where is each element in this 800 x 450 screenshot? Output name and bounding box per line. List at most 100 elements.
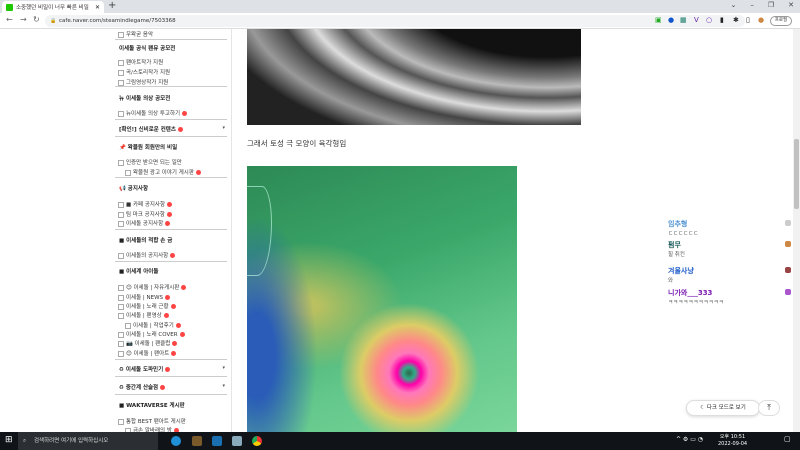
comment-author[interactable]: 임추형 [668, 219, 687, 229]
sidebar-menu-item[interactable]: 그림영상작가 지원 [118, 78, 234, 86]
notification-icon[interactable]: ▢ [784, 435, 791, 443]
app-icon[interactable] [212, 436, 222, 446]
naver-favicon-icon [6, 3, 13, 11]
divider [115, 229, 227, 230]
new-badge-icon [165, 221, 171, 226]
menu-label: 이세돌 | 노래 근황 [126, 304, 169, 310]
scrollbar-thumb[interactable] [794, 139, 799, 209]
user-badge-icon [785, 289, 791, 295]
comment-text: ㄷㄷㄷㄷㄷㄷ [668, 231, 699, 237]
sidebar-menu-item[interactable]: 이세돌 | 노래 근황 [118, 302, 234, 310]
user-badge-icon [785, 267, 791, 273]
chevron-down-icon[interactable]: ▾ [222, 383, 225, 389]
extensions-puzzle-icon[interactable]: ✱ [733, 16, 739, 24]
extension-icon[interactable]: ○ [706, 16, 712, 24]
edge-icon[interactable] [171, 436, 181, 446]
forward-icon[interactable]: → [20, 15, 27, 24]
sidebar-menu-item[interactable]: 이세돌 | 작업후기 [125, 321, 241, 329]
clock[interactable]: 오후 10:51 2022-09-04 [718, 434, 747, 448]
extension-icon[interactable]: ▦ [680, 16, 687, 24]
menu-label: 이세돌 | 작업후기 [133, 323, 174, 329]
menu-label: 📌 왁물원 회원만의 비밀 [119, 145, 178, 151]
url-text: cafe.naver.com/steamindiegame/7503368 [59, 18, 176, 24]
sidebar-menu-item[interactable]: 이세돌 | 팬영상 [118, 311, 234, 319]
divider [115, 376, 227, 377]
close-window-button[interactable]: ✕ [788, 1, 794, 9]
browser-tab[interactable]: 소중했던 비밀이 너무 빠른 비밀 ✕ [2, 1, 104, 13]
sidebar-heading[interactable]: ♻ 이세돌 도파민기 ▾ [119, 365, 235, 373]
chrome-icon[interactable] [252, 436, 262, 446]
back-icon[interactable]: ← [6, 15, 13, 24]
sidebar-menu-item[interactable]: 곡/스토리작가 지원 [118, 68, 234, 76]
dark-mode-button[interactable]: ☾ 다크 모드로 보기 [686, 400, 760, 416]
tab-bar: 소중했던 비밀이 너무 빠른 비밀 ✕ + ⌄ – ❐ ✕ [0, 0, 800, 13]
address-bar-row: ← → ↻ 🔒 cafe.naver.com/steamindiegame/750… [0, 13, 800, 29]
comment-author[interactable]: 겨울사냥 [668, 266, 694, 276]
user-badge-icon [785, 241, 791, 247]
new-badge-icon [165, 295, 171, 300]
new-badge-icon [163, 313, 169, 318]
chevron-down-icon[interactable]: ▾ [222, 125, 225, 131]
profile-button[interactable]: 프로필 [770, 16, 792, 26]
new-tab-button[interactable]: + [108, 0, 116, 11]
menu-label: 왁물원 광고 이야기 게시판 [133, 170, 194, 176]
app-icon[interactable] [232, 436, 242, 446]
comment-author[interactable]: 펌무 [668, 240, 681, 250]
minimize-button[interactable]: – [750, 1, 754, 9]
page-content: 우왁굳 음악 이세돌 공식 팬뮤 공모전 팬아트작가 지원 곡/스토리작가 지원 그림영… [0, 29, 800, 432]
new-badge-icon [160, 385, 166, 390]
menu-label: 📷 이세돌 | 팬클럽 [126, 341, 171, 347]
scrollbar[interactable] [793, 29, 800, 432]
extension-icon[interactable]: V [694, 16, 699, 24]
close-tab-icon[interactable]: ✕ [95, 4, 100, 11]
minecraft-icon[interactable] [192, 436, 202, 446]
taskbar-search-input[interactable]: ⌕ 검색하려면 여기에 입력하십시오 [18, 432, 158, 450]
divider [115, 359, 227, 360]
menu-label: ■ WAKTAVERSE 게시판 [119, 403, 185, 409]
url-input[interactable]: 🔒 cafe.naver.com/steamindiegame/7503368 [45, 15, 745, 27]
coastline [247, 186, 272, 276]
new-badge-icon [177, 127, 183, 132]
sidebar-menu-item[interactable]: 우왁굳 음악 [118, 30, 234, 38]
avatar[interactable]: ● [758, 16, 764, 24]
sidebar-menu-item[interactable]: 이세돌 | NEWS [118, 293, 234, 301]
sidebar-menu-item[interactable]: 통합 BEST 팬아트 게시판 [118, 417, 234, 425]
sidebar-heading: ■ 이세돌의 적합 손 금 [119, 236, 235, 244]
sidebar-menu-item[interactable]: 😊 이세돌 | 팬아트 [118, 349, 234, 357]
windows-start-icon[interactable]: ⊞ [5, 435, 13, 445]
sidebar-menu-item[interactable]: ■ 카페 공지사항 [118, 200, 234, 208]
scroll-to-top-button[interactable]: ⤒ [758, 400, 780, 416]
maximize-button[interactable]: ❐ [768, 1, 774, 9]
user-badge-icon [785, 220, 791, 226]
menu-label: ♻ 이세돌 도파민기 [119, 367, 164, 373]
sidebar-menu-item[interactable]: 팬아트작가 지원 [118, 58, 234, 66]
sidebar-heading: 뉴 이세돌 의상 공모전 [119, 94, 235, 102]
sidebar-menu-item[interactable]: 뉴이세돌 의상 투고하기 [118, 109, 234, 117]
sidebar-heading[interactable]: [확인!] 신비로운 컨텐츠 ▾ [119, 125, 235, 133]
extension-icon[interactable]: ▣ [655, 16, 662, 24]
sidebar-menu-item[interactable]: 이세돌 공지사항 [118, 219, 234, 227]
side-panel-icon[interactable]: ▯ [746, 16, 750, 24]
sidebar-menu-item[interactable]: 왁물원 광고 이야기 게시판 [125, 168, 241, 176]
extension-icon[interactable]: ▮ [720, 16, 724, 24]
tab-search-icon[interactable]: ⌄ [730, 1, 736, 9]
typhoon-wind-map-image [247, 166, 517, 432]
sidebar-menu-item[interactable]: 😊 이세돌 | 자유게시판 [118, 283, 234, 291]
sidebar-menu-item[interactable]: 인증만 받으면 되는 일만 [118, 158, 234, 166]
sidebar-menu-item[interactable]: 이세돌 | 노래 COVER [118, 330, 234, 338]
sidebar-menu-item[interactable]: 이세돌의 공지사항 [118, 251, 234, 259]
chevron-down-icon[interactable]: ▾ [222, 365, 225, 371]
comment-author[interactable]: 니가와___333 [668, 288, 712, 298]
sidebar-heading: ■ 이세계 아이돌 [119, 267, 235, 275]
sidebar-menu-item[interactable]: 📷 이세돌 | 팬클럽 [118, 339, 234, 347]
extension-icon[interactable]: ● [668, 16, 674, 24]
reload-icon[interactable]: ↻ [33, 15, 40, 24]
sidebar-heading[interactable]: ♻ 중간계 산술점 ▾ [119, 383, 235, 391]
new-badge-icon [167, 202, 173, 207]
tray-icons[interactable]: ^ ⚙ ▭ ◔ [676, 436, 703, 443]
sidebar-menu-item[interactable]: 팀 마크 공지사항 [118, 210, 234, 218]
saturn-image [247, 29, 581, 125]
menu-label: 이세돌 | 팬영상 [126, 313, 162, 319]
new-badge-icon [170, 304, 176, 309]
new-badge-icon [181, 285, 187, 290]
